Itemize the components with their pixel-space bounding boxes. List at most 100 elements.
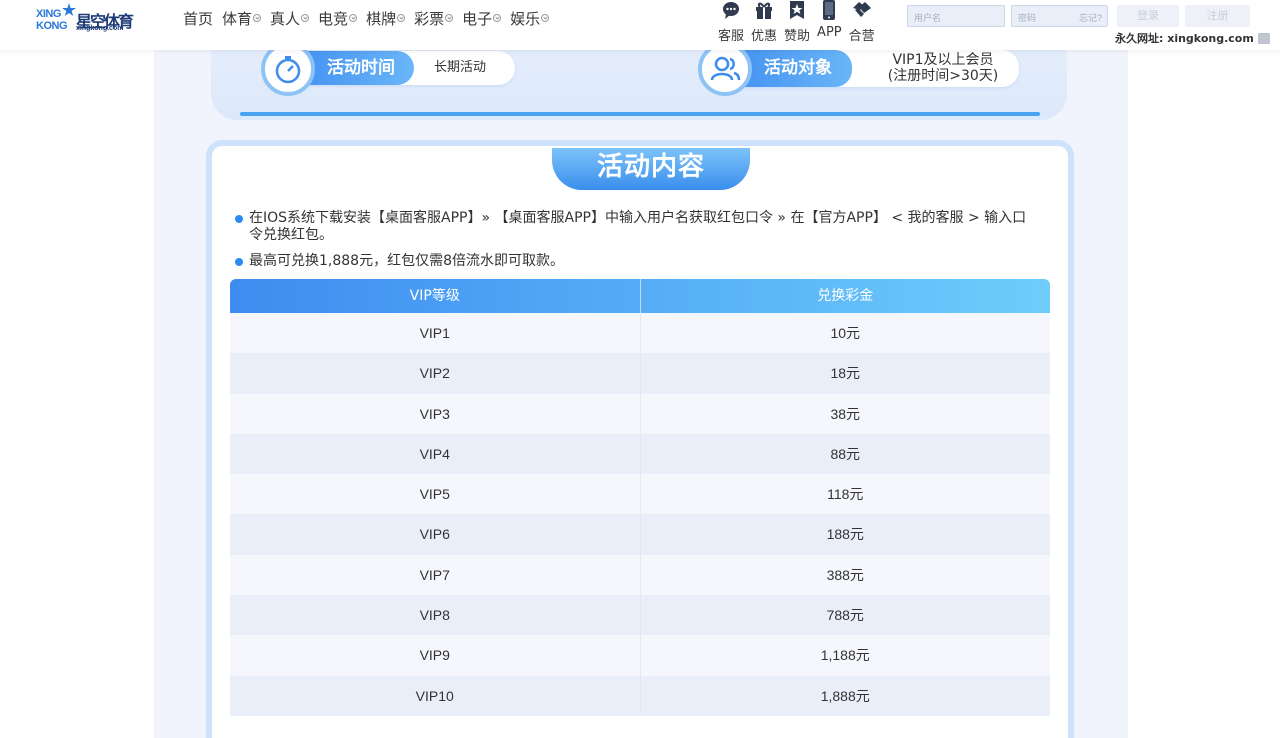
table-row: VIP10 1,888元 bbox=[230, 675, 1050, 716]
nav-home-label: 首页 bbox=[183, 9, 214, 28]
cell-reward: 1,888元 bbox=[820, 687, 870, 704]
chevron-down-icon bbox=[493, 14, 502, 22]
cell-vip: VIP3 bbox=[230, 393, 641, 434]
cell-reward: 1,188元 bbox=[820, 647, 870, 664]
bullet-dot bbox=[235, 258, 243, 266]
logo-url: xingkong.com bbox=[76, 25, 124, 32]
users-icon-wrap bbox=[698, 42, 752, 96]
chevron-down-icon bbox=[349, 14, 358, 22]
nav-home[interactable]: 首页 bbox=[183, 7, 213, 29]
qr-code-icon[interactable] bbox=[1257, 32, 1270, 44]
cell-reward: 38元 bbox=[830, 405, 861, 422]
tool-app-label: APP bbox=[817, 25, 842, 40]
forgot-password-link[interactable]: 忘记? bbox=[1079, 11, 1102, 24]
activity-target-line2: (注册时间>30天) bbox=[887, 68, 999, 84]
tool-links: 客服 优惠 赞助 APP 合营 bbox=[718, 0, 882, 44]
activity-target-line1: VIP1及以上会员 bbox=[892, 52, 994, 68]
top-header: XING KONG 星空体育 xingkong.com 首页 体育 真人 电竞 … bbox=[0, 0, 1280, 50]
nav-esports[interactable]: 电竞 bbox=[318, 7, 358, 29]
nav-esports-label: 电竞 bbox=[318, 9, 349, 28]
table-row: VIP4 88元 bbox=[230, 433, 1050, 475]
table-header: VIP等级 兑换彩金 bbox=[230, 279, 1050, 313]
handshake-icon bbox=[852, 0, 872, 20]
vip-reward-table: VIP等级 兑换彩金 VIP1 10元 VIP2 18元 VIP3 38元 VIP4 8… bbox=[230, 279, 1050, 716]
tool-service-label: 客服 bbox=[718, 29, 745, 44]
nav-sports-label: 体育 bbox=[222, 9, 253, 28]
activity-content-title: 活动内容 bbox=[552, 148, 750, 190]
nav-slots[interactable]: 电子 bbox=[462, 7, 502, 29]
nav-live[interactable]: 真人 bbox=[270, 7, 310, 29]
table-row: VIP8 788元 bbox=[230, 595, 1050, 636]
main-nav: 首页 体育 真人 电竞 棋牌 彩票 电子 娱乐 bbox=[183, 7, 558, 29]
tool-sponsor-label: 赞助 bbox=[784, 29, 811, 44]
permanent-url-text: 永久网址: xingkong.com bbox=[1115, 32, 1254, 45]
header-vip-level: VIP等级 bbox=[230, 279, 641, 313]
chevron-down-icon bbox=[445, 14, 454, 22]
cell-vip: VIP7 bbox=[230, 554, 641, 596]
cell-reward: 788元 bbox=[826, 607, 864, 624]
tool-promo-label: 优惠 bbox=[751, 29, 778, 44]
nav-lottery[interactable]: 彩票 bbox=[414, 7, 454, 29]
table-row: VIP3 38元 bbox=[230, 393, 1050, 434]
activity-time-value: 长期活动 bbox=[434, 60, 487, 75]
cell-reward: 88元 bbox=[830, 445, 861, 462]
site-logo[interactable]: XING KONG 星空体育 xingkong.com bbox=[36, 2, 136, 34]
tool-sponsor[interactable]: 赞助 bbox=[784, 0, 810, 44]
nav-entertainment[interactable]: 娱乐 bbox=[510, 7, 550, 29]
stopwatch-icon-wrap bbox=[261, 42, 315, 96]
table-row: VIP7 388元 bbox=[230, 554, 1050, 596]
table-row: VIP1 10元 bbox=[230, 313, 1050, 354]
logo-kong-text: KONG bbox=[36, 20, 68, 32]
cell-vip: VIP9 bbox=[230, 635, 641, 676]
tool-promo[interactable]: 优惠 bbox=[751, 0, 777, 44]
cell-reward: 118元 bbox=[827, 486, 864, 503]
chevron-down-icon bbox=[301, 14, 310, 22]
nav-live-label: 真人 bbox=[270, 9, 301, 28]
users-icon bbox=[710, 56, 741, 81]
table-row: VIP5 118元 bbox=[230, 474, 1050, 515]
phone-icon bbox=[819, 0, 839, 20]
cell-vip: VIP6 bbox=[230, 514, 641, 555]
tool-app[interactable]: APP bbox=[817, 0, 842, 44]
rule-bullet-2-text: 最高可兑换1,888元，红包仅需8倍流水即可取款。 bbox=[249, 253, 564, 269]
gift-icon bbox=[754, 0, 774, 20]
cell-reward: 18元 bbox=[830, 365, 861, 382]
logo-star-icon bbox=[62, 3, 76, 16]
cell-vip: VIP2 bbox=[230, 353, 641, 394]
chevron-down-icon bbox=[541, 14, 550, 22]
tool-service[interactable]: 客服 bbox=[718, 0, 744, 44]
cell-vip: VIP10 bbox=[230, 675, 641, 716]
table-row: VIP9 1,188元 bbox=[230, 635, 1050, 676]
bullet-dot bbox=[235, 215, 243, 223]
table-row: VIP2 18元 bbox=[230, 353, 1050, 394]
tool-partner-label: 合营 bbox=[848, 29, 875, 44]
cell-vip: VIP8 bbox=[230, 595, 641, 636]
rule-bullet-2: 最高可兑换1,888元，红包仅需8倍流水即可取款。 bbox=[235, 253, 1055, 270]
star-badge-icon bbox=[787, 0, 807, 20]
nav-sports[interactable]: 体育 bbox=[222, 7, 262, 29]
nav-slots-label: 电子 bbox=[462, 9, 493, 28]
table-row: VIP6 188元 bbox=[230, 514, 1050, 555]
tool-partner[interactable]: 合营 bbox=[849, 0, 875, 44]
activity-target-value: VIP1及以上会员 (注册时间>30天) bbox=[878, 52, 1008, 86]
table-body: VIP1 10元 VIP2 18元 VIP3 38元 VIP4 88元 VIP5 118元… bbox=[230, 313, 1050, 716]
password-placeholder: 密码 bbox=[1018, 13, 1037, 23]
cell-reward: 388元 bbox=[826, 566, 864, 583]
register-button[interactable]: 注册 bbox=[1185, 5, 1250, 27]
password-input[interactable]: 密码 忘记? bbox=[1011, 5, 1108, 27]
stopwatch-icon bbox=[275, 56, 301, 84]
nav-lottery-label: 彩票 bbox=[414, 9, 445, 28]
rule-bullet-1-line1: 在IOS系统下载安装【桌面客服APP】» 【桌面客服APP】中输入用户名获取红包… bbox=[249, 210, 1027, 226]
username-placeholder: 用户名 bbox=[914, 13, 942, 23]
username-input[interactable]: 用户名 bbox=[907, 5, 1005, 27]
cell-reward: 10元 bbox=[830, 325, 861, 341]
rule-bullet-1: 在IOS系统下载安装【桌面客服APP】» 【桌面客服APP】中输入用户名获取红包… bbox=[235, 210, 1055, 244]
chevron-down-icon bbox=[253, 14, 262, 22]
nav-cards[interactable]: 棋牌 bbox=[366, 7, 406, 29]
header-reward: 兑换彩金 bbox=[817, 288, 874, 304]
cell-vip: VIP5 bbox=[230, 474, 641, 515]
cell-vip: VIP1 bbox=[230, 313, 641, 354]
chevron-down-icon bbox=[397, 14, 406, 22]
login-button[interactable]: 登录 bbox=[1117, 5, 1179, 27]
logo-xing-text: XING bbox=[36, 8, 61, 20]
